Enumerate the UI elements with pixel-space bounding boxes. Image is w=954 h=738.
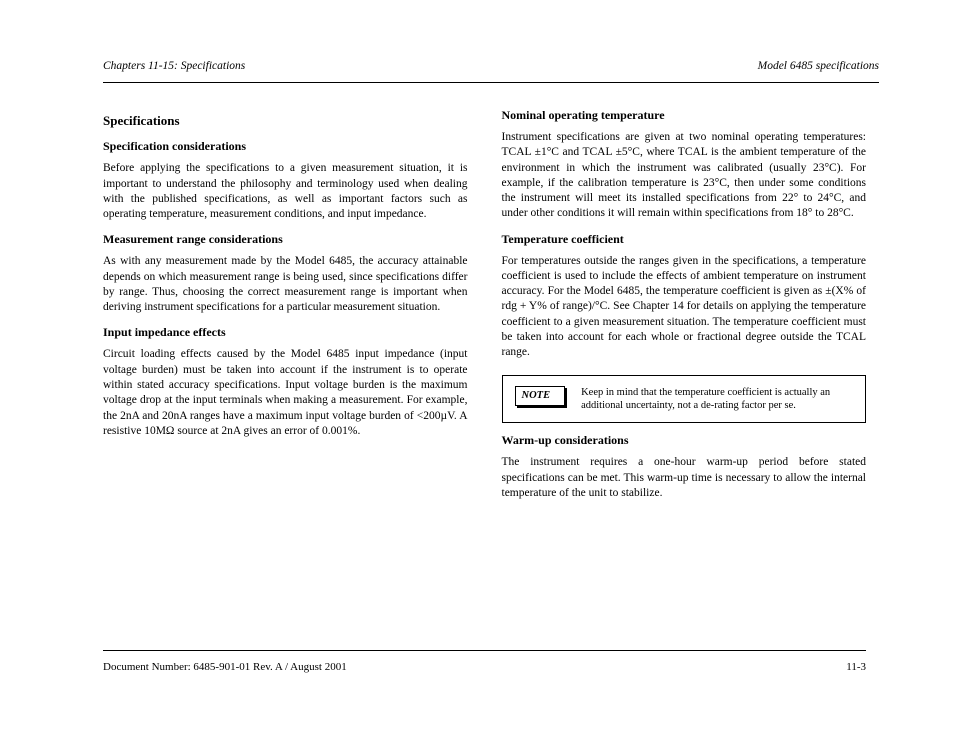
- subsection-heading-range: Measurement range considerations: [103, 232, 468, 248]
- paragraph: Before applying the specifications to a …: [103, 161, 468, 222]
- subsection-heading-temp-coef: Temperature coefficient: [502, 232, 867, 248]
- paragraph: For temperatures outside the ranges give…: [502, 254, 867, 361]
- subsection-heading-spec-considerations: Specification considerations: [103, 139, 468, 155]
- section-heading-specifications: Specifications: [103, 112, 468, 129]
- paragraph: The instrument requires a one-hour warm-…: [502, 455, 867, 501]
- subsection-heading-warmup: Warm-up considerations: [502, 433, 867, 449]
- page-number: 11-3: [846, 661, 866, 673]
- paragraph: Circuit loading effects caused by the Mo…: [103, 347, 468, 439]
- subsection-heading-nominal-temp: Nominal operating temperature: [502, 108, 867, 124]
- header-right: Model 6485 specifications: [758, 60, 879, 72]
- paragraph: As with any measurement made by the Mode…: [103, 254, 468, 315]
- left-column: Specifications Specification considerati…: [103, 98, 468, 510]
- footer-left: Document Number: 6485-901-01 Rev. A / Au…: [103, 661, 347, 673]
- note-label: NOTE: [515, 386, 566, 406]
- right-column: Nominal operating temperature Instrument…: [502, 98, 867, 510]
- header-left: Chapters 11-15: Specifications: [103, 60, 245, 72]
- subsection-heading-input-impedance: Input impedance effects: [103, 325, 468, 341]
- note-box: NOTE Keep in mind that the temperature c…: [502, 375, 867, 424]
- note-body: Keep in mind that the temperature coeffi…: [581, 386, 853, 413]
- paragraph: Instrument specifications are given at t…: [502, 130, 867, 222]
